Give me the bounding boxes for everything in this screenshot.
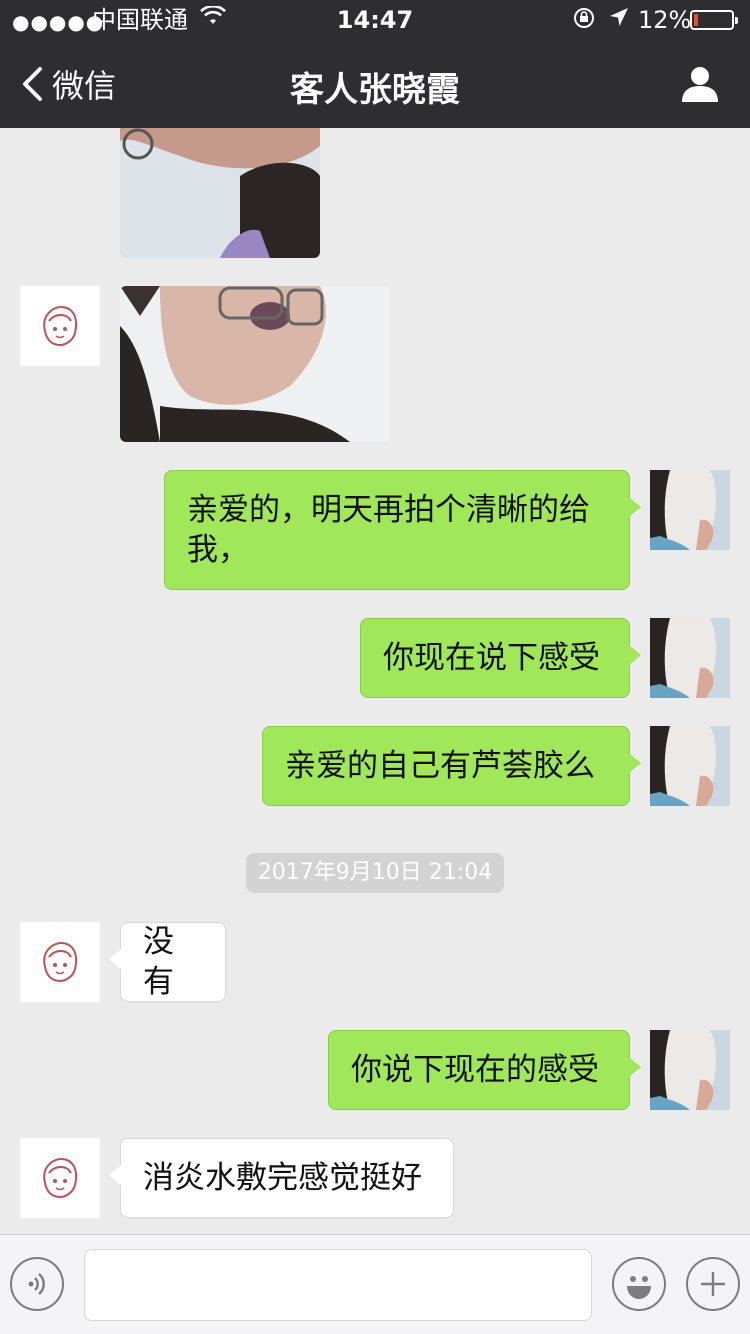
message-bubble-sent[interactable]: 亲爱的自己有芦荟胶么 [262,726,641,806]
status-bar: ●●●●● 中国联通 14:47 12% [0,0,750,40]
message-bubble-sent[interactable]: 你现在说下感受 [360,618,641,698]
message-text: 你说下现在的感受 [351,1052,599,1088]
contact-avatar[interactable] [20,1138,100,1218]
user-photo-avatar-icon [650,618,730,698]
chat-input-bar [0,1234,750,1334]
cartoon-girl-avatar-icon [43,941,77,983]
message-bubble-sent[interactable]: 你说下现在的感受 [328,1030,641,1110]
timestamp-divider: 2017年9月10日 21:04 [246,853,504,893]
voice-input-button[interactable] [10,1257,64,1311]
message-bubble-received[interactable]: 没有 [109,922,226,1002]
voice-wave-icon [28,1273,45,1295]
message-image[interactable] [120,128,320,258]
cartoon-girl-avatar-icon [43,1157,77,1199]
smiley-face-icon [627,1276,651,1299]
contact-avatar[interactable] [20,286,100,366]
navigation-bar: 微信 客人张晓霞 [0,40,750,128]
battery-icon [690,10,738,30]
battery-percent: 12% [638,6,692,34]
user-photo-avatar-icon [650,470,730,550]
message-text: 你现在说下感受 [383,640,600,676]
rotation-lock-icon [572,6,596,38]
cartoon-girl-avatar-icon [43,305,77,347]
my-avatar[interactable] [650,618,730,698]
battery-level-fill [694,14,698,26]
more-actions-button[interactable] [686,1257,740,1311]
message-text: 消炎水敷完感觉挺好 [143,1160,422,1196]
message-text: 亲爱的，明天再拍个清晰的给我， [187,492,590,568]
contact-profile-icon[interactable] [680,64,720,104]
message-bubble-received[interactable]: 消炎水敷完感觉挺好 [109,1138,454,1218]
my-avatar[interactable] [650,1030,730,1110]
user-photo-avatar-icon [650,1030,730,1110]
plus-icon [701,1272,725,1296]
message-list[interactable]: 亲爱的，明天再拍个清晰的给我， 你现在说下感受 亲爱的自己有芦荟胶么 2017年… [0,128,750,1234]
message-text: 没有 [143,924,174,1000]
my-avatar[interactable] [650,470,730,550]
emoji-button[interactable] [612,1257,666,1311]
contact-avatar[interactable] [20,922,100,1002]
message-bubble-sent[interactable]: 亲爱的，明天再拍个清晰的给我， [164,470,641,590]
message-text: 亲爱的自己有芦荟胶么 [285,748,595,784]
message-image[interactable] [120,286,390,442]
message-text-input[interactable] [84,1249,592,1321]
chat-title: 客人张晓霞 [290,70,460,110]
my-avatar[interactable] [650,726,730,806]
location-arrow-icon [608,6,630,36]
user-photo-avatar-icon [650,726,730,806]
